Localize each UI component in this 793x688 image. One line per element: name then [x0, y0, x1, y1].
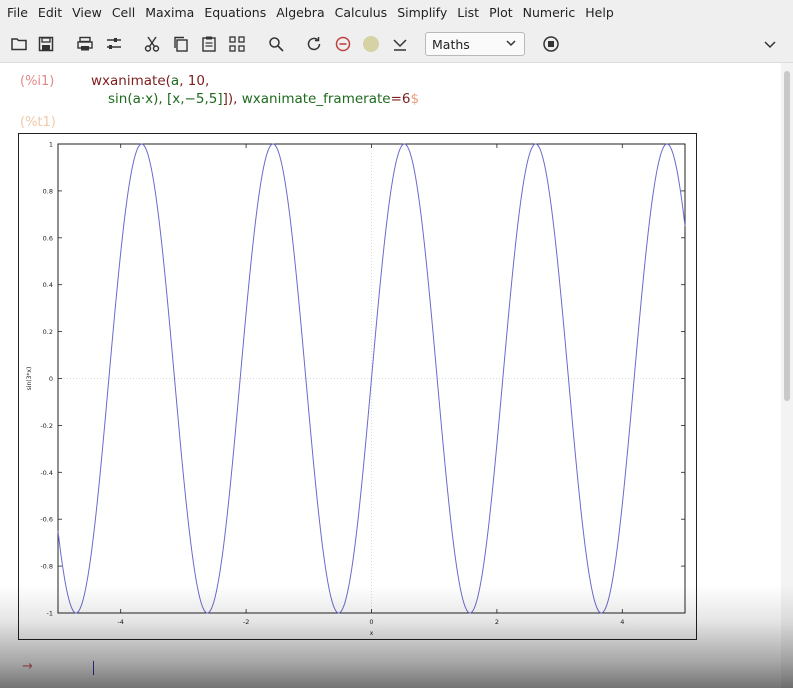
y-tick-label: 0.6	[43, 234, 53, 242]
y-tick-label: -0.8	[40, 563, 53, 571]
vertical-scrollbar[interactable]	[781, 63, 793, 688]
separator: ,	[204, 73, 210, 89]
open-icon[interactable]	[9, 34, 29, 54]
input-label: (%i1)	[20, 74, 55, 89]
text-cursor	[93, 661, 94, 675]
menu-algebra[interactable]: Algebra	[271, 0, 329, 26]
y-tick-label: 0	[49, 375, 53, 383]
separator: ,	[179, 73, 188, 89]
y-tick-label: -1	[47, 610, 53, 618]
menu-edit[interactable]: Edit	[33, 0, 67, 26]
mode-select-value: Maths	[432, 36, 470, 52]
animation-plot[interactable]: 1 0.8 0.6 0.4 0.2 0 -0.2 -0.4 -0.6 -0.8 -1 -4 -2 0 2 4 x…	[18, 133, 697, 640]
chevron-down-icon	[506, 40, 516, 47]
settings-icon[interactable]	[104, 34, 124, 54]
interrupt-icon[interactable]	[333, 34, 353, 54]
toolbar: Maths	[0, 26, 793, 63]
y-tick-label: 0.8	[43, 187, 53, 195]
follow-icon[interactable]	[390, 34, 410, 54]
find-icon[interactable]	[266, 34, 286, 54]
x-tick-label: -4	[117, 618, 123, 626]
print-icon[interactable]	[75, 34, 95, 54]
output-label: (%t1)	[20, 115, 56, 130]
cut-icon[interactable]	[142, 34, 162, 54]
status-icon	[361, 34, 381, 54]
select-all-icon[interactable]	[227, 34, 247, 54]
x-tick-label: 0	[369, 618, 373, 626]
x-tick-label: 2	[495, 618, 499, 626]
menu-bar: File Edit View Cell Maxima Equations Algebra Ca…	[0, 0, 793, 26]
menu-equations[interactable]: Equations	[199, 0, 271, 26]
separator: =	[390, 91, 402, 107]
y-tick-label: -0.4	[40, 469, 53, 477]
scrollbar-thumb[interactable]	[784, 71, 790, 401]
arg-variable: a	[170, 73, 180, 89]
menu-cell[interactable]: Cell	[107, 0, 140, 26]
stop-icon[interactable]	[541, 34, 561, 54]
y-tick-label: 1	[49, 141, 53, 149]
mode-select[interactable]: Maths	[425, 32, 525, 56]
menu-numeric[interactable]: Numeric	[518, 0, 581, 26]
x-axis-label: x	[370, 630, 374, 637]
paste-icon[interactable]	[199, 34, 219, 54]
copy-icon[interactable]	[171, 34, 191, 54]
separator: ]),	[222, 91, 242, 107]
menu-list[interactable]: List	[452, 0, 484, 26]
menu-calculus[interactable]: Calculus	[330, 0, 393, 26]
menu-help[interactable]: Help	[580, 0, 619, 26]
restart-icon[interactable]	[304, 34, 324, 54]
code-line-2[interactable]: sin(a·x), [x,−5,5]]), wxanimate_framerat…	[108, 91, 419, 107]
expression: sin(a·x), [x,−5,5]	[108, 91, 223, 107]
save-icon[interactable]	[36, 34, 56, 54]
menu-simplify[interactable]: Simplify	[392, 0, 452, 26]
menu-view[interactable]: View	[67, 0, 107, 26]
function-name: wxanimate(	[91, 73, 171, 89]
sine-curve	[57, 143, 686, 614]
y-tick-label: 0.2	[43, 328, 53, 336]
y-axis-label: sin(3*x)	[26, 367, 33, 391]
overflow-chevron-icon[interactable]	[760, 34, 780, 54]
terminator: $	[410, 91, 420, 107]
menu-file[interactable]: File	[0, 0, 33, 26]
code-line-1[interactable]: wxanimate(a, 10,	[91, 73, 209, 89]
y-tick-label: -0.2	[40, 422, 53, 430]
menu-maxima[interactable]: Maxima	[140, 0, 199, 26]
input-marker: →	[22, 659, 33, 674]
y-tick-label: 0.4	[43, 281, 53, 289]
x-tick-label: 4	[620, 618, 624, 626]
option-name: wxanimate_framerate	[241, 91, 391, 107]
plot-svg: 1 0.8 0.6 0.4 0.2 0 -0.2 -0.4 -0.6 -0.8 -1 -4 -2 0 2 4 x…	[26, 141, 686, 637]
x-tick-label: -2	[243, 618, 249, 626]
arg-count: 10	[187, 73, 205, 89]
menu-plot[interactable]: Plot	[484, 0, 518, 26]
y-tick-label: -0.6	[40, 516, 53, 524]
